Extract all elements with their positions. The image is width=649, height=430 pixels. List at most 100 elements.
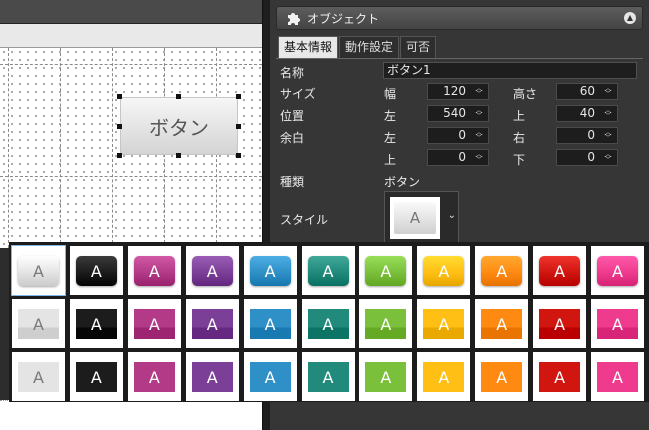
resize-handle-tl[interactable]	[117, 94, 122, 99]
style-swatch[interactable]: A	[69, 246, 123, 295]
style-swatch-face: A	[307, 309, 349, 339]
margin-left-label: 左	[384, 131, 397, 145]
canvas-lower-area	[0, 400, 262, 430]
resize-handle-br[interactable]	[236, 153, 241, 158]
name-field[interactable]: ボタン1	[383, 62, 637, 79]
style-swatch-face: A	[191, 309, 233, 339]
canvas-ruler	[0, 24, 262, 48]
margin-bottom-spinner[interactable]: ︿ ﹀	[601, 151, 615, 164]
top-field[interactable]: 40 ︿ ﹀	[556, 105, 618, 122]
width-spinner[interactable]: ︿ ﹀	[472, 85, 486, 98]
style-swatch[interactable]: A	[533, 246, 587, 295]
height-spinner[interactable]: ︿ ﹀	[601, 85, 615, 98]
style-swatch-face: A	[249, 256, 291, 286]
style-swatch-face: A	[249, 309, 291, 339]
margin-right-spinner[interactable]: ︿ ﹀	[601, 129, 615, 142]
tab-basic-info[interactable]: 基本情報	[278, 36, 339, 58]
resize-handle-bm[interactable]	[176, 153, 181, 158]
style-swatch[interactable]: A	[591, 246, 644, 295]
style-swatch-face: A	[307, 362, 349, 392]
chevron-down-icon[interactable]: ⌄	[448, 210, 456, 221]
style-swatch[interactable]: A	[301, 246, 355, 295]
collapse-icon[interactable]: ▲	[624, 12, 636, 24]
resize-handle-bl[interactable]	[117, 153, 122, 158]
style-swatch-face: A	[133, 362, 175, 392]
style-swatch[interactable]: A	[475, 246, 529, 295]
style-swatch[interactable]: A	[301, 352, 355, 401]
resize-handle-tr[interactable]	[236, 94, 241, 99]
style-swatch[interactable]: A	[243, 246, 297, 295]
style-swatch[interactable]: A	[475, 299, 529, 348]
style-swatch-face: A	[18, 309, 59, 339]
panel-header[interactable]: オブジェクト ▲	[276, 6, 643, 30]
style-swatch-face: A	[481, 309, 523, 339]
style-selector[interactable]: A ⌄	[384, 191, 459, 245]
style-swatch-face: A	[75, 362, 117, 392]
style-swatch-face: A	[18, 362, 59, 392]
style-swatch[interactable]: A	[417, 299, 471, 348]
style-swatch[interactable]: A	[127, 246, 181, 295]
canvas-button[interactable]: ボタン	[120, 97, 238, 155]
margin-right-field[interactable]: 0 ︿ ﹀	[556, 127, 618, 144]
style-swatch[interactable]: A	[185, 299, 239, 348]
style-swatch-face: A	[597, 309, 638, 339]
style-swatch[interactable]: A	[69, 299, 123, 348]
style-swatch[interactable]: A	[185, 246, 239, 295]
style-swatch-face: A	[481, 256, 523, 286]
margin-left-field[interactable]: 0 ︿ ﹀	[427, 127, 489, 144]
height-label: 高さ	[513, 87, 538, 101]
style-swatch[interactable]: A	[69, 352, 123, 401]
resize-handle-ml[interactable]	[117, 124, 122, 129]
type-label: 種類	[280, 175, 305, 189]
style-swatch[interactable]: A	[533, 299, 587, 348]
style-swatch[interactable]: A	[359, 246, 413, 295]
style-swatch-face: A	[423, 309, 465, 339]
tab-strip: 基本情報 動作設定 可否	[278, 36, 437, 58]
margin-top-field[interactable]: 0 ︿ ﹀	[427, 149, 489, 166]
style-swatch[interactable]: A	[127, 299, 181, 348]
style-swatch-face: A	[249, 362, 291, 392]
style-swatch[interactable]: A	[127, 352, 181, 401]
style-swatch[interactable]: A	[359, 299, 413, 348]
style-swatch[interactable]: A	[185, 352, 239, 401]
type-value: ボタン	[384, 175, 421, 189]
style-swatch[interactable]: A	[417, 352, 471, 401]
tab-availability[interactable]: 可否	[400, 36, 437, 58]
design-canvas[interactable]: ボタン	[0, 48, 262, 248]
top-spinner[interactable]: ︿ ﹀	[601, 107, 615, 120]
style-swatch-face: A	[365, 256, 407, 286]
style-swatch-face: A	[423, 362, 465, 392]
height-field[interactable]: 60 ︿ ﹀	[556, 83, 618, 100]
style-swatch[interactable]: A	[243, 352, 297, 401]
width-field[interactable]: 120 ︿ ﹀	[427, 83, 489, 100]
margin-top-label: 上	[384, 153, 397, 167]
style-label: スタイル	[280, 213, 329, 227]
style-swatch-face: A	[539, 309, 581, 339]
style-swatch-face: A	[365, 362, 407, 392]
style-swatch[interactable]: A	[359, 352, 413, 401]
style-swatch[interactable]: A	[301, 299, 355, 348]
style-swatch[interactable]: A	[591, 352, 644, 401]
tab-action-settings[interactable]: 動作設定	[339, 36, 400, 58]
style-swatch[interactable]: A	[475, 352, 529, 401]
margin-top-spinner[interactable]: ︿ ﹀	[472, 151, 486, 164]
size-label: サイズ	[280, 87, 316, 101]
resize-handle-mr[interactable]	[236, 124, 241, 129]
style-swatch[interactable]: A	[11, 245, 66, 296]
style-swatch[interactable]: A	[243, 299, 297, 348]
style-swatch[interactable]: A	[12, 352, 65, 401]
style-swatch[interactable]: A	[12, 299, 65, 348]
top-label: 上	[513, 109, 526, 123]
resize-handle-tm[interactable]	[176, 94, 181, 99]
style-swatch-face: A	[75, 256, 117, 286]
style-swatch-face: A	[481, 362, 523, 392]
margin-bottom-field[interactable]: 0 ︿ ﹀	[556, 149, 618, 166]
style-swatch-face: A	[423, 256, 465, 286]
left-spinner[interactable]: ︿ ﹀	[472, 107, 486, 120]
style-palette-popup: AAAAAAAAAAAAAAAAAAAAAAAAAAAAAAAAA	[9, 242, 649, 402]
left-field[interactable]: 540 ︿ ﹀	[427, 105, 489, 122]
style-swatch[interactable]: A	[533, 352, 587, 401]
margin-left-spinner[interactable]: ︿ ﹀	[472, 129, 486, 142]
style-swatch[interactable]: A	[417, 246, 471, 295]
style-swatch[interactable]: A	[591, 299, 644, 348]
